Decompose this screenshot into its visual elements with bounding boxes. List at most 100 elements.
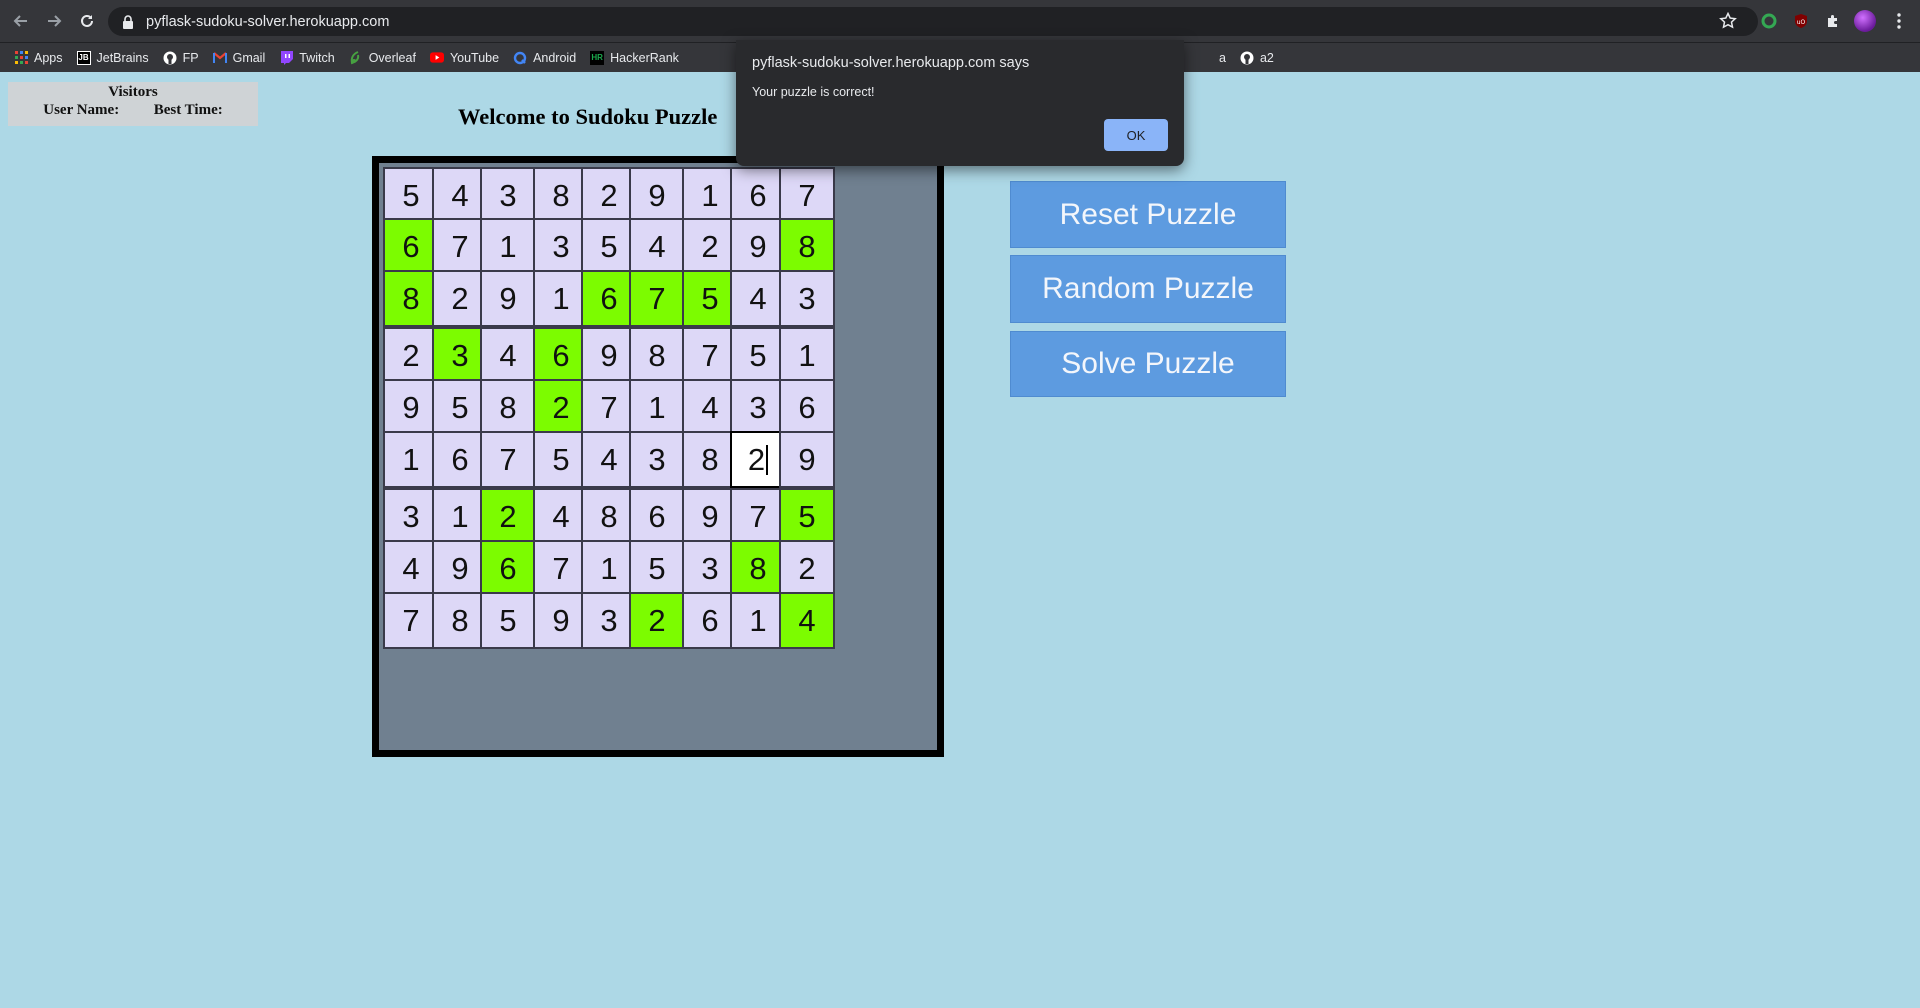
visitors-col-best-time: Best Time: [153,102,223,118]
bookmark-apps[interactable]: Apps [14,45,63,71]
sudoku-cell[interactable]: 8 [480,379,536,436]
cell-value: 7 [552,550,570,586]
sudoku-cell[interactable]: 5 [629,540,685,597]
cell-value: 1 [600,550,618,586]
reset-puzzle-button[interactable]: Reset Puzzle [1010,181,1286,248]
sudoku-cell[interactable]: 6 [480,540,536,597]
sudoku-cell[interactable]: 8 [629,327,685,384]
sudoku-cell[interactable]: 8 [383,270,439,327]
sudoku-cell[interactable]: 5 [480,592,536,649]
sudoku-cell[interactable]: 9 [730,218,786,275]
sudoku-cell[interactable]: 7 [480,431,536,488]
sudoku-cell[interactable]: 7 [730,488,786,545]
back-button[interactable] [9,9,33,33]
sudoku-cell[interactable]: 5 [383,167,439,224]
sudoku-cell[interactable]: 7 [383,592,439,649]
extension-green-icon[interactable] [1760,12,1778,30]
bookmark-youtube[interactable]: YouTube [429,45,500,71]
sudoku-cell[interactable]: 2 [779,540,835,597]
bookmark-star-icon[interactable] [1719,12,1737,30]
sudoku-cell[interactable]: 1 [480,218,536,275]
cell-value: 7 [600,389,618,425]
sudoku-cell[interactable]: 9 [779,431,835,488]
cell-value: 8 [701,441,719,477]
sudoku-cell[interactable]: 9 [629,167,685,224]
sudoku-cell[interactable]: 2 [730,431,786,488]
sudoku-cell[interactable]: 2 [480,488,536,545]
bookmark-gmail[interactable]: Gmail [212,45,265,71]
bookmark-label: FP [182,50,199,65]
sudoku-cell[interactable]: 1 [629,379,685,436]
sudoku-cell[interactable]: 5 [779,488,835,545]
ublock-origin-icon[interactable]: uO [1792,12,1810,30]
cell-value: 7 [451,228,469,264]
sudoku-cell[interactable]: 2 [383,327,439,384]
solve-puzzle-button[interactable]: Solve Puzzle [1010,331,1286,397]
sudoku-cell[interactable]: 3 [383,488,439,545]
sudoku-cell[interactable]: 1 [383,431,439,488]
bookmark-hackerrank[interactable]: HR HackerRank [590,45,679,71]
sudoku-cell[interactable]: 4 [480,327,536,384]
cell-value: 1 [701,177,719,213]
bookmark-label: Android [533,50,577,65]
sudoku-cell[interactable]: 6 [383,218,439,275]
sudoku-cell[interactable]: 4 [629,218,685,275]
cell-value: 2 [600,177,618,213]
sudoku-cell[interactable]: 9 [383,379,439,436]
sudoku-cell[interactable]: 4 [779,592,835,649]
bookmark-android[interactable]: Android [513,45,576,71]
sudoku-cell[interactable]: 8 [730,540,786,597]
dialog-ok-button[interactable]: OK [1104,119,1168,151]
sudoku-cell[interactable]: 3 [629,431,685,488]
bookmark-twitch[interactable]: Twitch [279,45,335,71]
forward-arrow-icon [48,15,62,27]
sudoku-cell[interactable]: 7 [779,167,835,224]
sudoku-cell[interactable]: 4 [383,540,439,597]
cell-value: 1 [451,498,469,534]
sudoku-cell[interactable]: 3 [779,270,835,327]
sudoku-cell[interactable]: 6 [629,488,685,545]
sudoku-cell[interactable]: 1 [730,592,786,649]
bookmark-jetbrains[interactable]: JB JetBrains [76,45,149,71]
sudoku-cell[interactable]: 9 [480,270,536,327]
cell-value: 5 [451,389,469,425]
bookmark-overleaf[interactable]: Overleaf [349,45,416,71]
cell-value: 1 [648,389,666,425]
cell-value: 4 [451,177,469,213]
reload-button[interactable] [75,9,99,33]
profile-avatar[interactable] [1854,10,1876,32]
cell-value: 9 [451,550,469,586]
sudoku-cell[interactable]: 4 [730,270,786,327]
cell-value: 3 [749,389,767,425]
bookmark-a2[interactable]: a2 [1240,45,1274,71]
bookmark-a[interactable]: a [1219,45,1226,71]
sudoku-cell[interactable]: 6 [730,167,786,224]
bookmark-fp[interactable]: FP [163,45,199,71]
sudoku-cell[interactable]: 5 [730,327,786,384]
sudoku-cell[interactable]: 2 [629,592,685,649]
svg-text:uO: uO [1797,19,1806,26]
extensions-puzzle-icon[interactable] [1824,12,1842,30]
cell-value: 7 [798,177,816,213]
cell-value: 1 [749,602,767,638]
cell-value: 5 [701,280,719,316]
chrome-menu-icon[interactable] [1890,12,1908,30]
cell-value: 3 [798,280,816,316]
cell-value: 9 [749,228,767,264]
cell-value: 4 [701,389,719,425]
sudoku-cell[interactable]: 3 [480,167,536,224]
forward-button[interactable] [42,9,66,33]
sudoku-cell[interactable]: 8 [779,218,835,275]
cell-value: 3 [451,337,469,373]
bookmark-label: YouTube [449,50,500,65]
sudoku-cell[interactable]: 6 [779,379,835,436]
random-puzzle-button[interactable]: Random Puzzle [1010,255,1286,323]
hackerrank-icon: HR [590,50,605,65]
twitch-icon [279,50,293,65]
sudoku-cell[interactable]: 7 [629,270,685,327]
sudoku-cell[interactable]: 3 [730,379,786,436]
apps-grid-icon [14,51,28,65]
address-bar[interactable]: pyflask-sudoku-solver.herokuapp.com [108,7,1758,36]
cell-value: 8 [499,389,517,425]
sudoku-cell[interactable]: 1 [779,327,835,384]
